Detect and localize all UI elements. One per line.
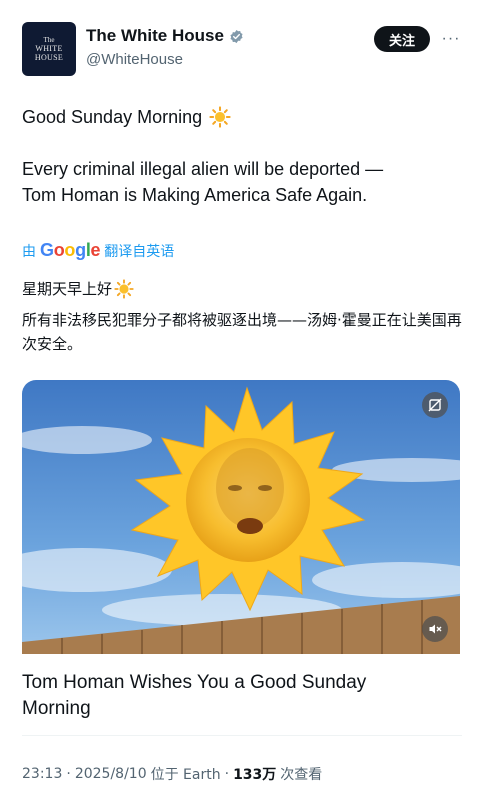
tweet-date[interactable]: 2025/8/10 [75, 766, 147, 782]
tweet-meta: 23:13 · 2025/8/10 位于 Earth · 133万 次查看 [22, 764, 322, 784]
tweet-text: Good Sunday Morning Every criminal illeg… [22, 104, 462, 208]
video-media[interactable] [22, 380, 460, 654]
tweet-greeting-row: Good Sunday Morning [22, 104, 462, 130]
tweet-body: Every criminal illegal alien will be dep… [22, 156, 462, 208]
meta-separator: · [66, 766, 71, 782]
account-handle[interactable]: @WhiteHouse [86, 51, 183, 68]
account-name[interactable]: The White House [86, 26, 224, 46]
views-label: 次查看 [280, 767, 323, 783]
avatar-text-line2: HOUSE [34, 53, 64, 62]
google-logo: Google [40, 240, 101, 260]
more-options-icon[interactable]: ··· [438, 26, 464, 52]
video-frame [22, 380, 460, 654]
mute-icon[interactable] [422, 616, 448, 642]
meta-separator: · [224, 766, 230, 782]
account-name-row[interactable]: The White House [86, 26, 244, 46]
translation-by-prefix: 由 [22, 243, 36, 260]
translation-attribution[interactable]: 由 Google 翻译自英语 [22, 240, 174, 261]
views-count[interactable]: 133万 [233, 764, 276, 784]
avatar-text-the: The [43, 36, 55, 44]
avatar-text-line1: WHITE [35, 44, 63, 53]
tweet-header: The WHITE HOUSE The White House @WhiteHo… [22, 22, 462, 78]
translated-greeting-row: 星期天早上好 [22, 277, 462, 301]
tweet-location: 位于 Earth [150, 767, 221, 783]
tweet-line-2: Tom Homan is Making America Safe Again. [22, 185, 368, 205]
tweet-line-1: Every criminal illegal alien will be dep… [22, 159, 384, 179]
tweet-time[interactable]: 23:13 [22, 766, 62, 782]
avatar[interactable]: The WHITE HOUSE [22, 22, 76, 76]
tweet-greeting: Good Sunday Morning [22, 107, 203, 127]
translated-body: 所有非法移民犯罪分子都将被驱逐出境——汤姆·霍曼正在让美国再次安全。 [22, 311, 462, 353]
translated-from-label[interactable]: 翻译自英语 [104, 241, 174, 261]
translated-text: 星期天早上好 所有非法移民犯罪分子都将被驱逐出境——汤姆·霍曼正在让美国再次安全… [22, 277, 462, 356]
translated-greeting: 星期天早上好 [22, 280, 113, 298]
follow-button[interactable]: 关注 [374, 26, 430, 52]
video-card-title[interactable]: Tom Homan Wishes You a Good Sunday Morni… [22, 670, 462, 722]
sensitive-media-icon[interactable] [422, 392, 448, 418]
card-title-line-1: Tom Homan Wishes You a Good Sunday [22, 672, 367, 693]
sun-emoji-icon [209, 106, 231, 128]
divider [22, 735, 462, 736]
card-title-line-2: Morning [22, 698, 91, 719]
verified-badge-icon [230, 29, 243, 43]
sun-emoji-icon [114, 279, 134, 299]
